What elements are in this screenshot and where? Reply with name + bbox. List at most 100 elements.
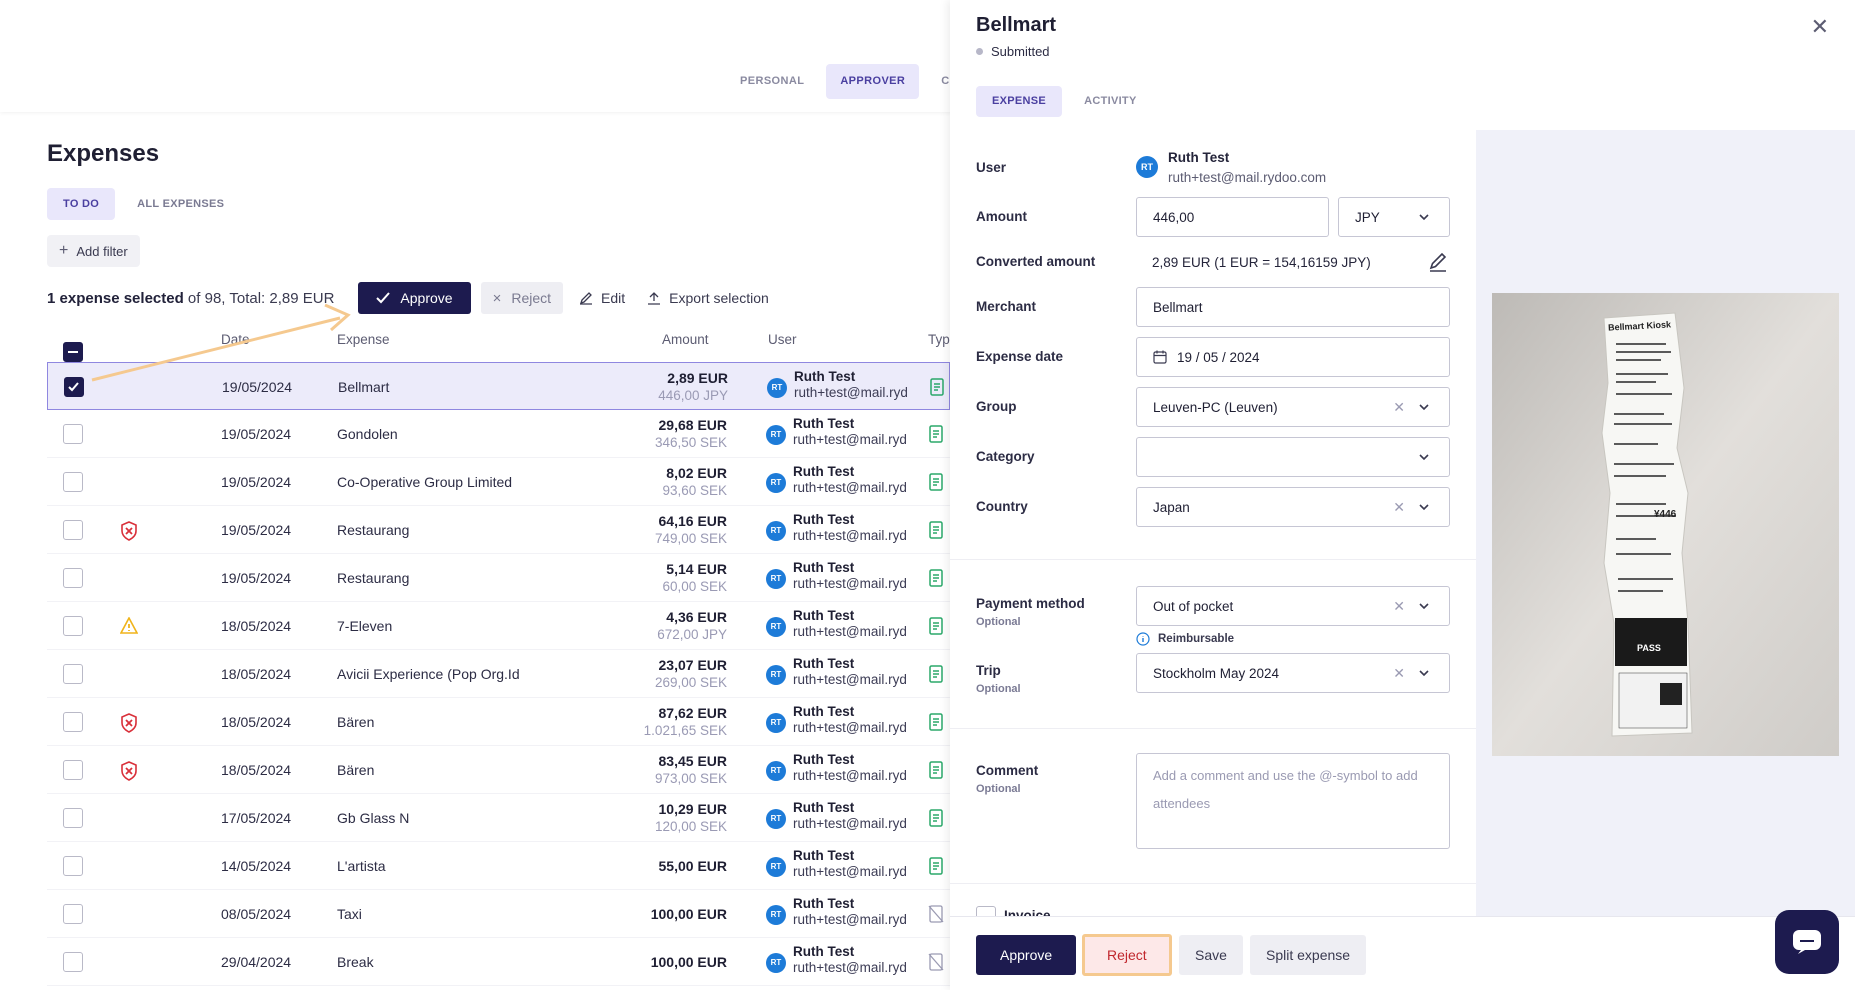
expense-table-body: 19/05/2024 Bellmart 2,89 EUR 446,00 JPY … (47, 362, 950, 986)
avatar: RT (766, 809, 786, 829)
table-row[interactable]: 19/05/2024 Restaurang 64,16 EUR 749,00 S… (47, 506, 950, 554)
row-amount: 5,14 EUR 60,00 SEK (607, 560, 727, 596)
row-checkbox[interactable] (63, 760, 83, 780)
row-expense: Gondolen (337, 426, 398, 442)
receipt-icon (928, 761, 944, 782)
table-row[interactable]: 19/05/2024 Co-Operative Group Limited 8,… (47, 458, 950, 506)
row-date: 19/05/2024 (221, 474, 292, 490)
clear-icon[interactable]: ✕ (1393, 665, 1405, 682)
row-date: 14/05/2024 (221, 858, 292, 874)
col-date[interactable]: Date (221, 332, 250, 347)
amount-input[interactable]: 446,00 (1136, 197, 1329, 237)
check-icon (376, 292, 391, 304)
col-expense[interactable]: Expense (337, 332, 390, 347)
row-checkbox[interactable] (63, 712, 83, 732)
select-all-checkbox[interactable] (63, 330, 83, 362)
row-user-name: Ruth Test (793, 848, 855, 863)
table-row[interactable]: 18/05/2024 Avicii Experience (Pop Org.Id… (47, 650, 950, 698)
table-row[interactable]: 19/05/2024 Bellmart 2,89 EUR 446,00 JPY … (47, 362, 950, 410)
row-expense: Taxi (337, 906, 362, 922)
add-filter-button[interactable]: + Add filter (47, 235, 140, 267)
trip-select[interactable]: Stockholm May 2024 ✕ (1136, 653, 1450, 693)
merchant-input[interactable]: Bellmart (1136, 287, 1450, 327)
edit-link[interactable]: Edit (579, 290, 625, 306)
receipt-icon (928, 521, 944, 542)
row-checkbox[interactable] (63, 664, 83, 684)
tab-approver[interactable]: APPROVER (826, 64, 920, 99)
receipt-icon (928, 713, 944, 734)
row-checkbox[interactable] (63, 904, 83, 924)
row-checkbox[interactable] (63, 520, 83, 540)
bulk-reject-button[interactable]: × Reject (480, 282, 564, 314)
row-amount: 100,00 EUR (607, 953, 727, 971)
table-row[interactable]: 18/05/2024 Bären 83,45 EUR 973,00 SEK RT… (47, 746, 950, 794)
amount-label: Amount (976, 209, 1027, 224)
shield-icon (120, 713, 138, 736)
row-checkbox[interactable] (63, 856, 83, 876)
col-user[interactable]: User (768, 332, 797, 347)
row-checkbox[interactable] (64, 377, 84, 397)
row-expense: Gb Glass N (337, 810, 410, 826)
table-row[interactable]: 08/05/2024 Taxi 100,00 EUR RT Ruth Test … (47, 890, 950, 938)
country-select[interactable]: Japan ✕ (1136, 487, 1450, 527)
clear-icon[interactable]: ✕ (1393, 499, 1405, 516)
tab-expense[interactable]: EXPENSE (976, 86, 1063, 117)
table-row[interactable]: 17/05/2024 Gb Glass N 10,29 EUR 120,00 S… (47, 794, 950, 842)
table-row[interactable]: 29/04/2024 Break 100,00 EUR RT Ruth Test… (47, 938, 950, 986)
table-row[interactable]: 14/05/2024 L'artista 55,00 EUR RT Ruth T… (47, 842, 950, 890)
avatar: RT (1136, 156, 1158, 178)
calendar-icon (1153, 350, 1167, 364)
group-select[interactable]: Leuven-PC (Leuven) ✕ (1136, 387, 1450, 427)
avatar: RT (767, 378, 787, 398)
row-checkbox[interactable] (63, 424, 83, 444)
row-amount-eur: 100,00 EUR (650, 906, 727, 922)
table-row[interactable]: 19/05/2024 Gondolen 29,68 EUR 346,50 SEK… (47, 410, 950, 458)
date-input[interactable]: 19 / 05 / 2024 (1136, 337, 1450, 377)
invoice-checkbox[interactable] (976, 906, 996, 916)
comment-textarea[interactable]: Add a comment and use the @-symbol to ad… (1136, 753, 1450, 849)
row-checkbox[interactable] (63, 952, 83, 972)
tab-personal[interactable]: PERSONAL (726, 64, 818, 99)
user-name: Ruth Test (1168, 150, 1230, 165)
row-amount-original: 269,00 SEK (654, 675, 727, 690)
category-row: Category (976, 437, 1456, 477)
close-icon[interactable]: ✕ (1811, 14, 1829, 40)
row-checkbox[interactable] (63, 472, 83, 492)
receipt-icon (928, 665, 944, 686)
clear-icon[interactable]: ✕ (1393, 399, 1405, 416)
split-expense-button[interactable]: Split expense (1250, 935, 1367, 975)
tab-activity[interactable]: ACTIVITY (1068, 86, 1153, 117)
category-select[interactable] (1136, 437, 1450, 477)
col-amount[interactable]: Amount (662, 332, 709, 347)
reject-button[interactable]: Reject (1082, 934, 1172, 976)
row-checkbox[interactable] (63, 808, 83, 828)
chat-button[interactable] (1775, 910, 1839, 974)
pencil-icon[interactable] (1428, 252, 1448, 272)
row-date: 17/05/2024 (221, 810, 292, 826)
currency-select[interactable]: JPY (1338, 197, 1450, 237)
table-row[interactable]: 19/05/2024 Restaurang 5,14 EUR 60,00 SEK… (47, 554, 950, 602)
table-row[interactable]: 18/05/2024 Bären 87,62 EUR 1.021,65 SEK … (47, 698, 950, 746)
row-checkbox[interactable] (63, 616, 83, 636)
row-checkbox[interactable] (63, 568, 83, 588)
merchant-label: Merchant (976, 299, 1037, 314)
selection-total: of 98, Total: 2,89 EUR (183, 289, 335, 307)
payment-method-select[interactable]: Out of pocket ✕ (1136, 586, 1450, 626)
converted-label: Converted amount (976, 254, 1096, 269)
row-expense: Restaurang (337, 570, 410, 586)
table-row[interactable]: 18/05/2024 7-Eleven 4,36 EUR 672,00 JPY … (47, 602, 950, 650)
receipt-image[interactable]: Bellmart Kiosk ¥446 PASS (1492, 293, 1839, 756)
row-amount-eur: 83,45 EUR (658, 753, 727, 769)
tab-all-expenses[interactable]: ALL EXPENSES (121, 188, 240, 220)
row-amount-eur: 8,02 EUR (666, 465, 727, 481)
comment-optional: Optional (976, 783, 1021, 795)
approve-button[interactable]: Approve (976, 935, 1077, 975)
save-button[interactable]: Save (1179, 935, 1243, 975)
tab-to-do[interactable]: TO DO (47, 188, 116, 220)
export-selection-link[interactable]: Export selection (647, 290, 769, 306)
bulk-approve-button[interactable]: Approve (358, 282, 471, 314)
comment-placeholder: Add a comment and use the @-symbol to ad… (1153, 768, 1418, 811)
receipt-icon (928, 425, 944, 446)
divider (950, 559, 1476, 560)
clear-icon[interactable]: ✕ (1393, 598, 1405, 615)
